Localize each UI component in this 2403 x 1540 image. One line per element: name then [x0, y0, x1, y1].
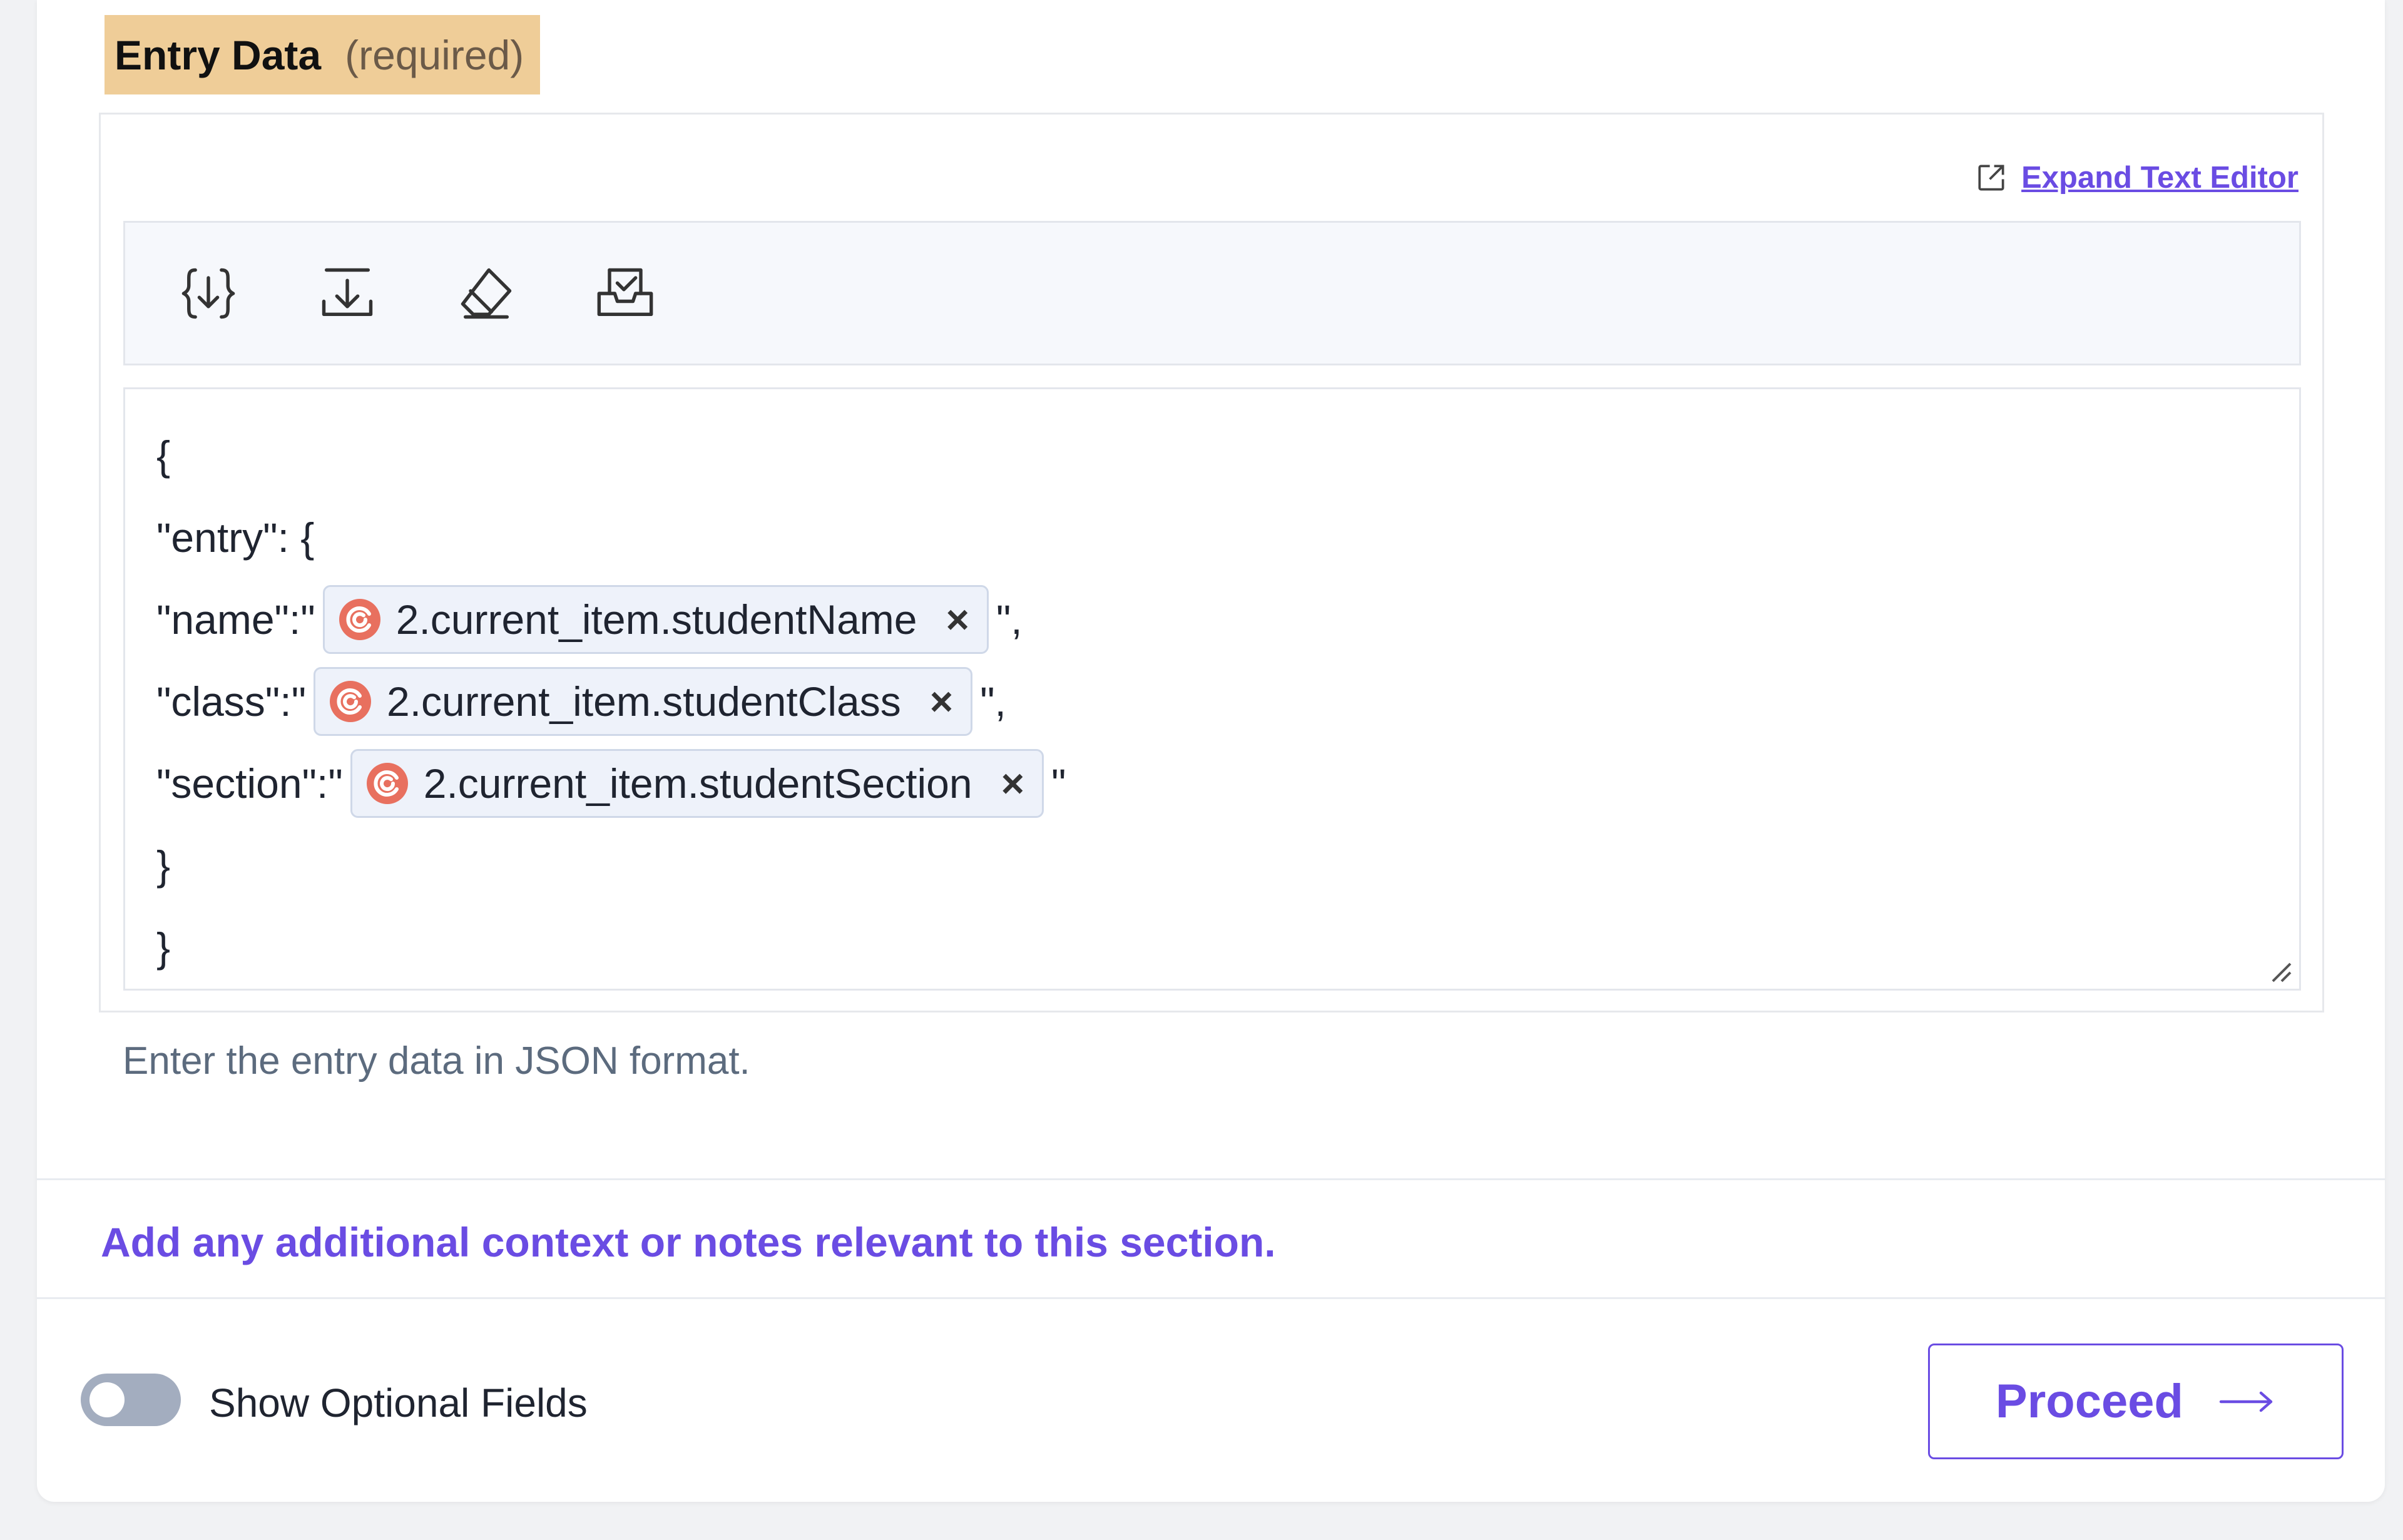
helper-text: Enter the entry data in JSON format. — [123, 1039, 750, 1083]
remove-chip-icon[interactable]: × — [946, 596, 969, 643]
editor-line: "name":" 2.current_item.studentName × ", — [156, 578, 2299, 660]
resize-handle-icon[interactable] — [2268, 959, 2293, 984]
arrow-right-icon — [2219, 1391, 2273, 1412]
download-icon — [322, 268, 373, 316]
editor-toolbar — [123, 221, 2301, 365]
variable-chip-student-class[interactable]: 2.current_item.studentClass × — [314, 666, 973, 736]
variable-chip-student-name[interactable]: 2.current_item.studentName × — [322, 584, 989, 654]
external-link-icon — [1978, 165, 2004, 191]
code-text: } — [156, 924, 171, 971]
save-check-icon — [597, 268, 653, 316]
insert-variable-button[interactable] — [174, 259, 243, 328]
code-text: { — [156, 432, 171, 479]
toggle-knob — [89, 1382, 125, 1417]
form-card: Entry Data (required) Expand Text Editor — [37, 0, 2385, 1502]
editor-line: "section":" 2.current_item.studentSectio… — [156, 742, 2299, 824]
code-text: "entry": { — [156, 514, 315, 561]
editor-line: "entry": { — [156, 496, 2299, 578]
editor-line: } — [156, 906, 2299, 988]
code-text: } — [156, 842, 171, 889]
code-text: ", — [996, 596, 1023, 643]
editor-line: { — [156, 414, 2299, 496]
code-text: ", — [980, 678, 1006, 725]
field-title: Entry Data — [115, 31, 322, 78]
variable-chip-label: 2.current_item.studentName — [395, 596, 917, 643]
json-editor[interactable]: { "entry": { "name":" 2.current_item.stu… — [123, 387, 2301, 991]
code-text: "section":" — [156, 760, 343, 807]
variable-chip-label: 2.current_item.studentSection — [423, 760, 972, 807]
clear-button[interactable] — [452, 259, 521, 328]
download-button[interactable] — [313, 259, 382, 328]
variable-chip-student-section[interactable]: 2.current_item.studentSection × — [350, 748, 1044, 818]
code-text: "name":" — [156, 596, 315, 643]
divider — [37, 1178, 2385, 1180]
insert-variable-icon — [181, 268, 235, 319]
entry-data-field: Expand Text Editor {"entry": {"name":"… — [99, 113, 2324, 1012]
editor-line: } — [156, 824, 2299, 906]
expand-text-editor-label: Expand Text Editor — [2021, 161, 2298, 195]
required-tag: (required) — [345, 31, 524, 78]
variable-chip-label: 2.current_item.studentClass — [387, 678, 901, 725]
divider — [37, 1297, 2385, 1299]
save-button[interactable] — [591, 259, 660, 328]
variable-source-icon — [330, 680, 371, 722]
variable-source-icon — [366, 762, 408, 804]
expand-text-editor-link[interactable]: Expand Text Editor — [1974, 160, 2298, 195]
show-optional-fields-toggle[interactable] — [81, 1374, 181, 1426]
remove-chip-icon[interactable]: × — [1001, 760, 1024, 807]
remove-chip-icon[interactable]: × — [930, 678, 953, 725]
code-text: "class":" — [156, 678, 306, 725]
code-text: " — [1051, 760, 1066, 807]
editor-line: "class":" 2.current_item.studentClass × … — [156, 660, 2299, 742]
proceed-button[interactable]: Proceed — [1928, 1344, 2344, 1459]
field-label: Entry Data (required) — [105, 15, 541, 94]
eraser-icon — [461, 268, 512, 319]
show-optional-fields-label: Show Optional Fields — [209, 1380, 588, 1425]
proceed-label: Proceed — [1996, 1375, 2183, 1428]
variable-source-icon — [339, 598, 380, 640]
section-notes: Add any additional context or notes rele… — [101, 1219, 1276, 1265]
